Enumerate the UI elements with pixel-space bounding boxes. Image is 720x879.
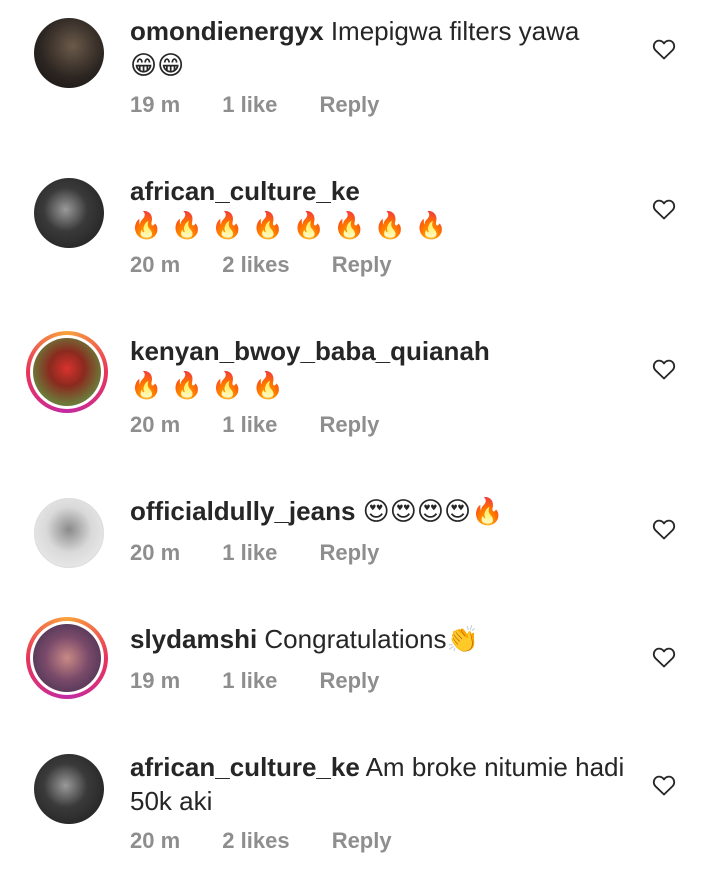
avatar[interactable]	[34, 498, 104, 568]
heart-outline-icon[interactable]	[652, 38, 676, 60]
comment-meta: 19 m 1 like Reply	[130, 92, 379, 118]
comment-text: african_culture_ke 🔥 🔥 🔥 🔥 🔥 🔥 🔥 🔥	[130, 174, 650, 243]
comment-time: 20 m	[130, 252, 181, 277]
avatar[interactable]	[34, 178, 104, 248]
comment-likes[interactable]: 1 like	[222, 92, 277, 118]
comment-likes[interactable]: 1 like	[222, 668, 277, 694]
comment-meta: 19 m 1 like Reply	[130, 668, 379, 694]
reply-button[interactable]: Reply	[319, 92, 379, 118]
comment-username[interactable]: omondienergyx	[130, 16, 324, 46]
comment-meta: 20 m 2 likes Reply	[130, 252, 392, 278]
comment-emoji: 👏	[446, 625, 479, 655]
comment-likes[interactable]: 1 like	[222, 540, 277, 566]
comment-body: Imepigwa filters yawa	[330, 16, 580, 46]
reply-button[interactable]: Reply	[332, 828, 392, 854]
avatar[interactable]	[26, 331, 108, 413]
comment-emoji: 😁😁	[130, 51, 185, 81]
comment-text: slydamshi Congratulations👏	[130, 622, 650, 657]
comment-body: Congratulations	[264, 624, 447, 654]
reply-button[interactable]: Reply	[319, 412, 379, 438]
comment-time: 20 m	[130, 412, 181, 437]
comment-time: 20 m	[130, 828, 181, 853]
comment-username[interactable]: african_culture_ke	[130, 752, 360, 782]
comment-meta: 20 m 1 like Reply	[130, 540, 379, 566]
comment-username[interactable]: african_culture_ke	[130, 176, 360, 206]
reply-button[interactable]: Reply	[319, 540, 379, 566]
reply-button[interactable]: Reply	[319, 668, 379, 694]
comment-username[interactable]: officialdully_jeans	[130, 496, 355, 526]
comment-meta: 20 m 2 likes Reply	[130, 828, 392, 854]
comment-text: omondienergyx Imepigwa filters yawa 😁😁	[130, 14, 650, 83]
comment-likes[interactable]: 1 like	[222, 412, 277, 438]
avatar[interactable]	[34, 754, 104, 824]
comment-likes[interactable]: 2 likes	[222, 828, 289, 854]
heart-outline-icon[interactable]	[652, 198, 676, 220]
comment-likes[interactable]: 2 likes	[222, 252, 289, 278]
heart-outline-icon[interactable]	[652, 646, 676, 668]
heart-outline-icon[interactable]	[652, 774, 676, 796]
comment-time: 19 m	[130, 668, 181, 693]
comment-meta: 20 m 1 like Reply	[130, 412, 379, 438]
comment-username[interactable]: kenyan_bwoy_baba_quianah	[130, 336, 490, 366]
comment-emoji: 🔥 🔥 🔥 🔥	[130, 371, 285, 401]
comment-text: african_culture_ke Am broke nitumie hadi…	[130, 750, 650, 818]
comment-text: officialdully_jeans 😍😍😍😍🔥	[130, 494, 650, 529]
comment-username[interactable]: slydamshi	[130, 624, 257, 654]
comment-emoji: 😍😍😍😍🔥	[362, 497, 504, 527]
comment-text: kenyan_bwoy_baba_quianah 🔥 🔥 🔥 🔥	[130, 334, 650, 403]
heart-outline-icon[interactable]	[652, 358, 676, 380]
avatar[interactable]	[26, 617, 108, 699]
heart-outline-icon[interactable]	[652, 518, 676, 540]
avatar[interactable]	[34, 18, 104, 88]
comment-time: 19 m	[130, 92, 181, 117]
comment-emoji: 🔥 🔥 🔥 🔥 🔥 🔥 🔥 🔥	[130, 211, 447, 241]
comment-time: 20 m	[130, 540, 181, 565]
reply-button[interactable]: Reply	[332, 252, 392, 278]
